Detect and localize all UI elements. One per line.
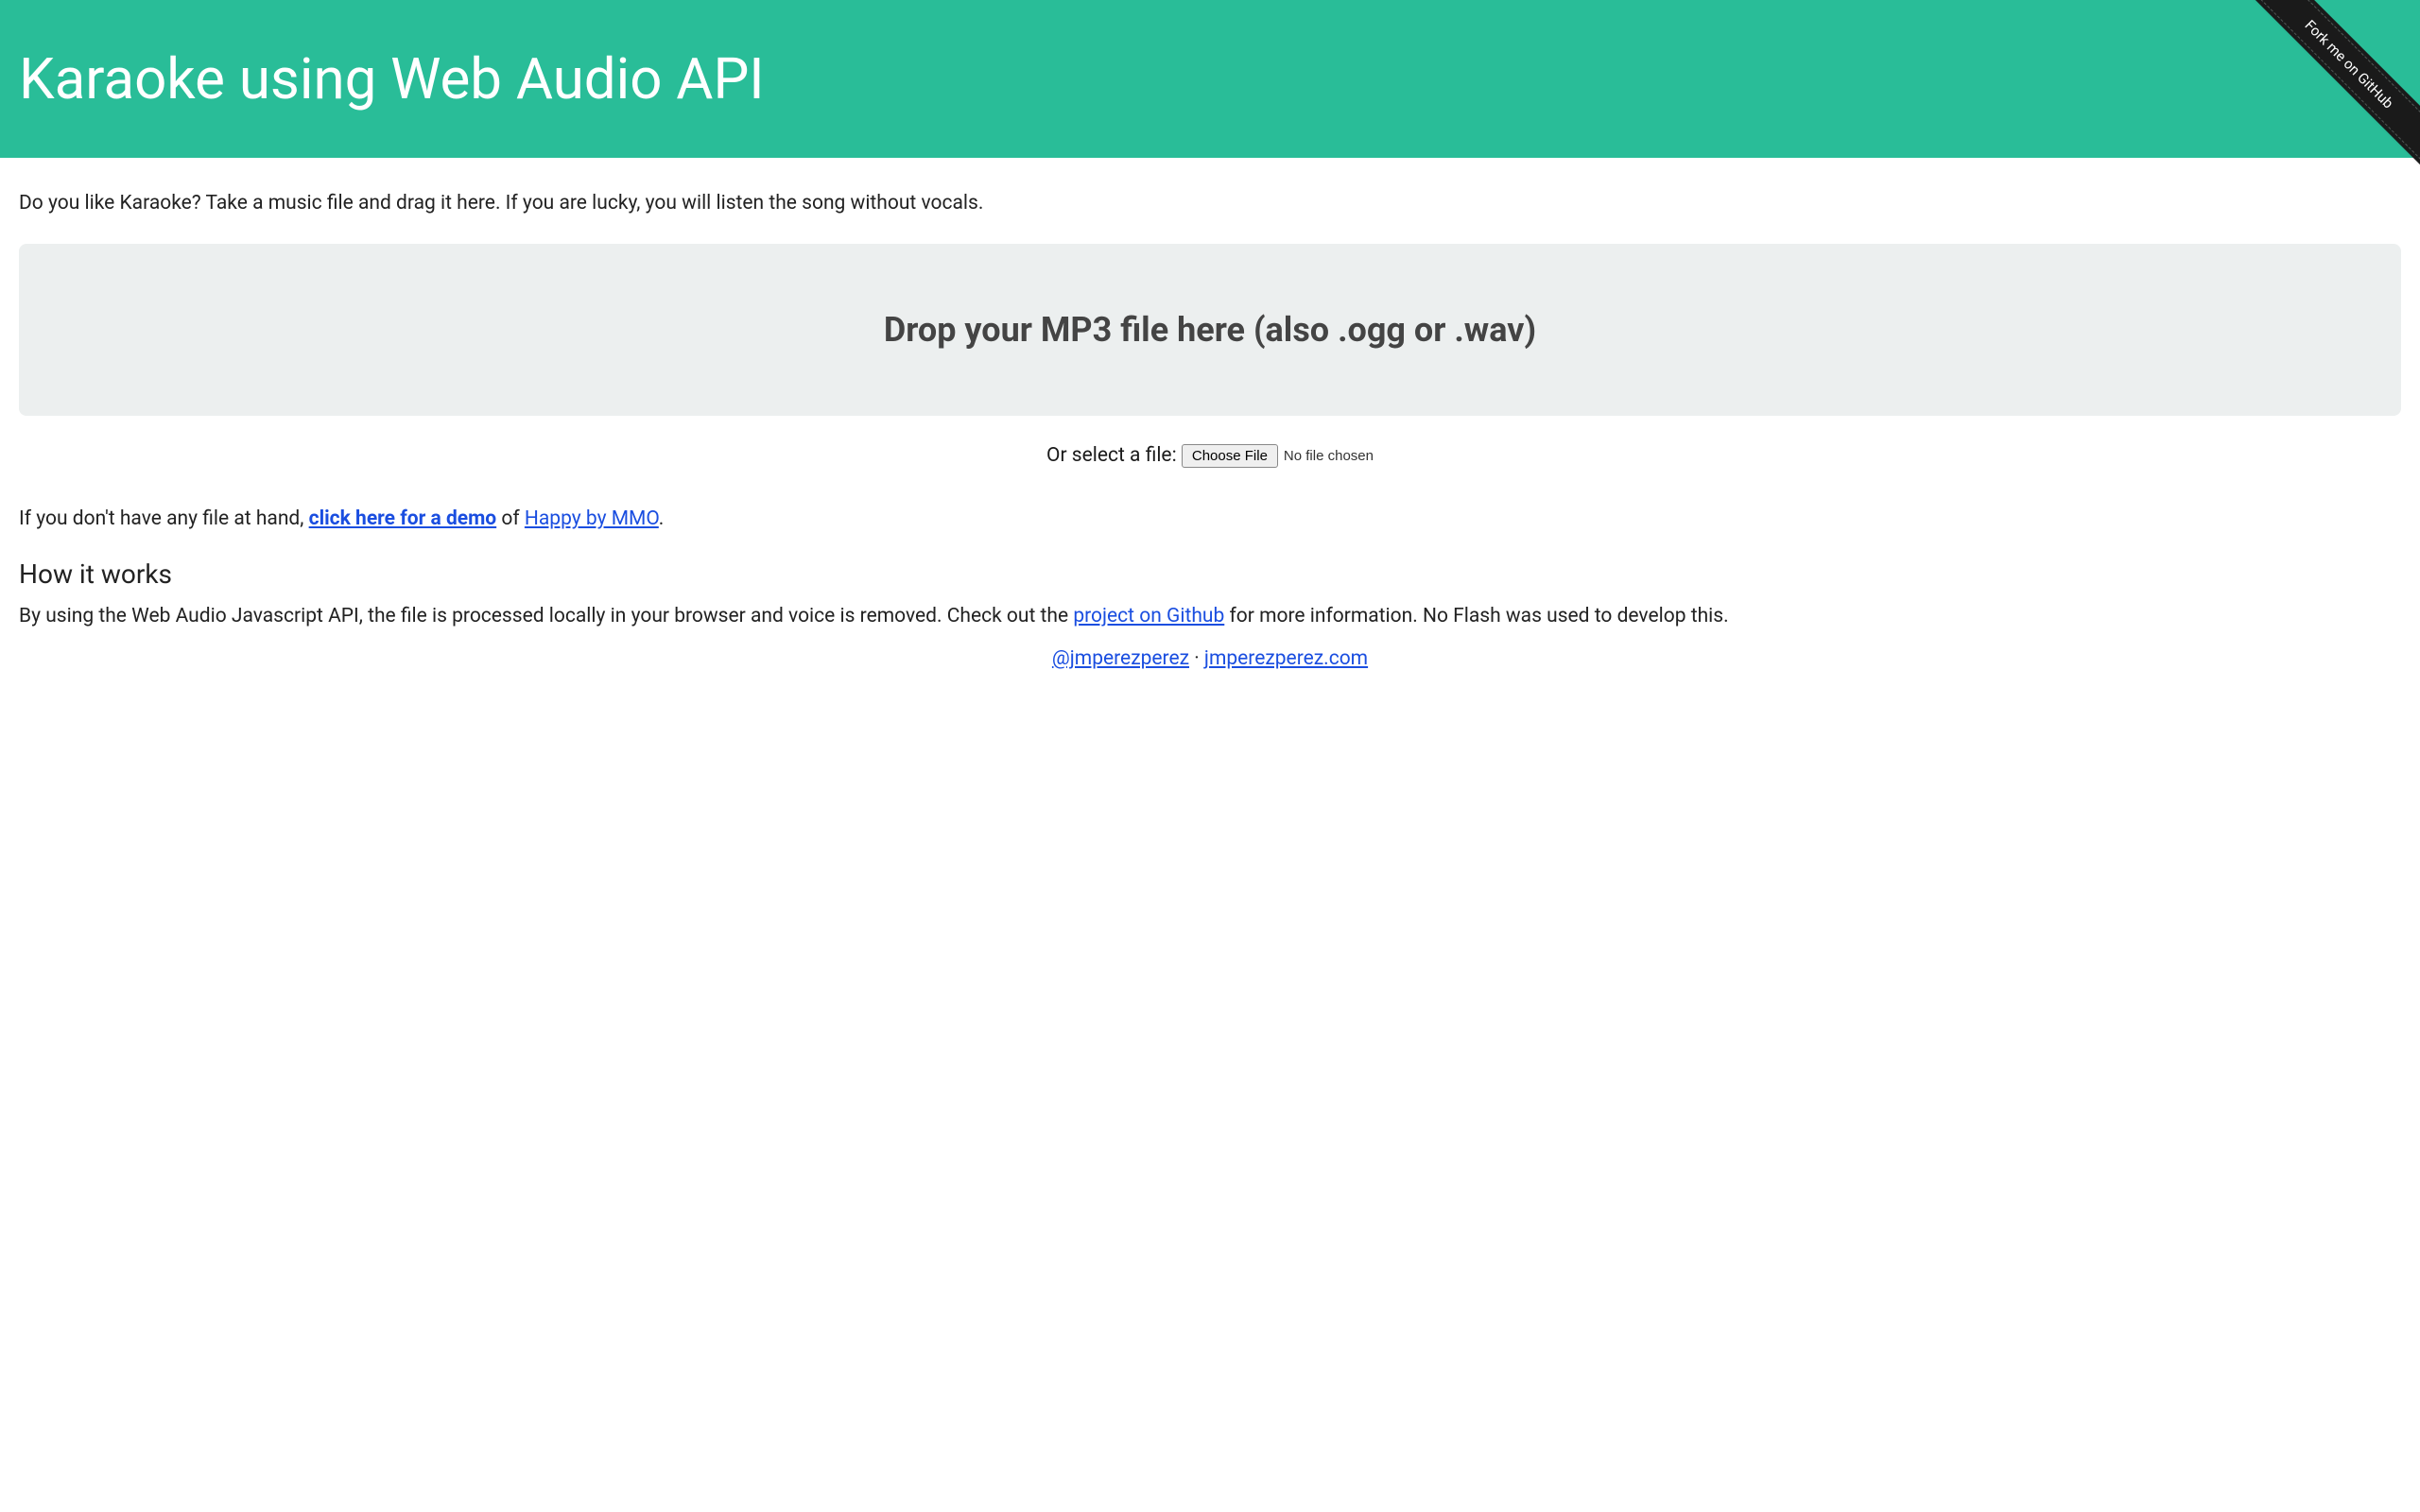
demo-text-middle: of bbox=[496, 507, 525, 530]
project-github-link[interactable]: project on Github bbox=[1073, 605, 1224, 627]
file-status-text: No file chosen bbox=[1284, 448, 1374, 464]
footer-separator: · bbox=[1189, 647, 1204, 670]
demo-link[interactable]: click here for a demo bbox=[309, 507, 497, 530]
dropzone[interactable]: Drop your MP3 file here (also .ogg or .w… bbox=[19, 244, 2401, 416]
main-content: Do you like Karaoke? Take a music file a… bbox=[0, 158, 2420, 689]
file-select-row: Or select a file: Choose File No file ch… bbox=[19, 444, 2401, 468]
how-it-works-heading: How it works bbox=[19, 558, 2401, 590]
fork-github-link[interactable]: Fork me on GitHub bbox=[2237, 0, 2420, 177]
how-it-works-paragraph: By using the Web Audio Javascript API, t… bbox=[19, 603, 2401, 630]
page-header: Karaoke using Web Audio API Fork me on G… bbox=[0, 0, 2420, 158]
file-select-label: Or select a file: bbox=[1046, 444, 1182, 467]
choose-file-button[interactable]: Choose File bbox=[1182, 444, 1278, 468]
footer-links: @jmperezperez · jmperezperez.com bbox=[19, 647, 2401, 670]
demo-text-suffix: . bbox=[659, 507, 665, 530]
twitter-link[interactable]: @jmperezperez bbox=[1052, 647, 1189, 670]
intro-text: Do you like Karaoke? Take a music file a… bbox=[19, 190, 2401, 217]
demo-paragraph: If you don't have any file at hand, clic… bbox=[19, 506, 2401, 533]
demo-text-prefix: If you don't have any file at hand, bbox=[19, 507, 309, 530]
website-link[interactable]: jmperezperez.com bbox=[1204, 647, 1368, 670]
how-it-works-suffix: for more information. No Flash was used … bbox=[1224, 605, 1728, 627]
file-input[interactable]: Choose File No file chosen bbox=[1182, 444, 1374, 468]
demo-song-link[interactable]: Happy by MMO bbox=[525, 507, 659, 530]
dropzone-label: Drop your MP3 file here (also .ogg or .w… bbox=[38, 310, 2382, 350]
how-it-works-prefix: By using the Web Audio Javascript API, t… bbox=[19, 605, 1073, 627]
page-title: Karaoke using Web Audio API bbox=[19, 48, 765, 111]
